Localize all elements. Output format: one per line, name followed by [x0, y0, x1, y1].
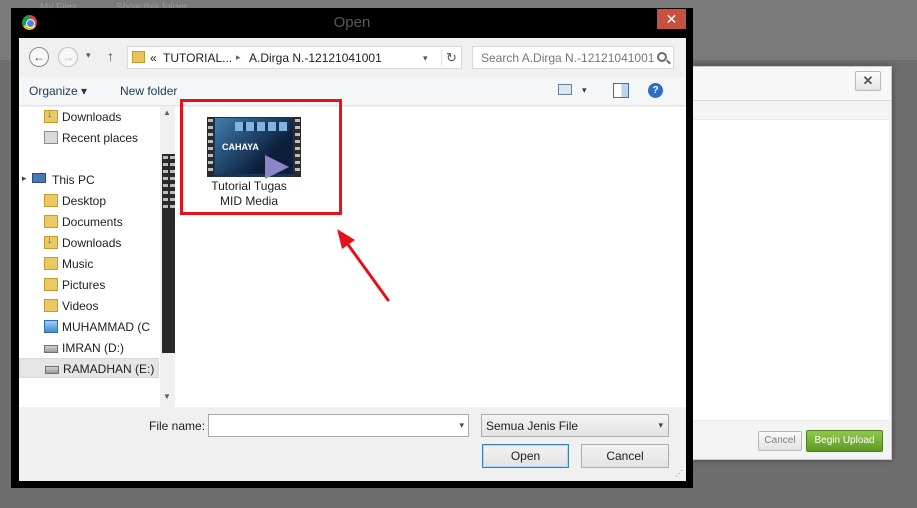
preview-pane-icon[interactable]	[613, 83, 629, 98]
annotation-highlight-box	[180, 99, 342, 215]
navigation-pane-scrollbar[interactable]: ▲ ▼	[160, 107, 176, 407]
organize-button[interactable]: Organize ▾	[29, 84, 87, 98]
open-button[interactable]: Open	[482, 444, 569, 468]
upload-cancel-button[interactable]: Cancel	[758, 431, 802, 451]
folder-icon	[44, 299, 58, 312]
forward-button[interactable]: →	[58, 47, 78, 67]
address-bar[interactable]: « TUTORIAL... ▸ A.Dirga N.-12121041001 ▾…	[127, 46, 462, 69]
recent-places-icon	[44, 131, 58, 144]
sidebar-item-label: Music	[62, 257, 94, 271]
sidebar-item-label: Recent places	[62, 131, 139, 145]
folder-icon	[44, 194, 58, 207]
dialog-close-button[interactable]: ✕	[657, 9, 686, 29]
scroll-down-icon[interactable]: ▼	[163, 392, 171, 401]
chevron-down-icon[interactable]: ▾	[459, 420, 464, 431]
chevron-right-icon[interactable]: ▸	[236, 52, 241, 63]
chevron-down-icon[interactable]: ▾	[658, 420, 663, 431]
address-overflow-chevron[interactable]: «	[150, 51, 157, 65]
navigation-pane: Downloads Recent places ▸ This PC Deskto…	[19, 107, 172, 407]
folder-icon	[132, 51, 145, 63]
up-one-level-button[interactable]: ↑	[107, 48, 114, 64]
sidebar-item-recent-places[interactable]: Recent places	[19, 128, 159, 148]
sidebar-item-drive-c[interactable]: MUHAMMAD (C	[19, 317, 159, 337]
new-folder-button[interactable]: New folder	[120, 84, 177, 98]
help-icon[interactable]: ?	[648, 83, 663, 98]
recent-locations-dropdown[interactable]: ▾	[86, 50, 91, 61]
change-view-icon[interactable]	[558, 84, 572, 95]
dialog-footer: File name: ▾ Semua Jenis File ▾ Open Can…	[19, 407, 686, 481]
sidebar-item-label: This PC	[52, 173, 95, 187]
expand-icon[interactable]: ▸	[22, 173, 27, 184]
sidebar-item-label: Videos	[62, 299, 99, 313]
sidebar-item-label: IMRAN (D:)	[62, 341, 124, 355]
upload-modal-body	[691, 119, 889, 421]
search-placeholder: Search A.Dirga N.-12121041001	[481, 51, 655, 65]
downloads-folder-icon	[44, 234, 58, 249]
windows-drive-icon	[44, 320, 58, 333]
sidebar-item-this-pc[interactable]: ▸ This PC	[19, 170, 159, 190]
dialog-title: Open	[333, 14, 371, 31]
file-type-select[interactable]: Semua Jenis File ▾	[481, 414, 669, 437]
drive-icon	[44, 345, 58, 353]
sidebar-item-label: MUHAMMAD (C	[62, 320, 150, 334]
file-name-field-label: File name:	[149, 419, 206, 433]
sidebar-item-label: Documents	[62, 215, 123, 229]
sidebar-item-label: Pictures	[62, 278, 106, 292]
sidebar-item-desktop[interactable]: Desktop	[19, 191, 159, 211]
address-dropdown[interactable]: ▾	[423, 53, 428, 64]
address-segment-current[interactable]: A.Dirga N.-12121041001	[249, 51, 382, 65]
sidebar-item-label: RAMADHAN (E:)	[63, 362, 155, 376]
sidebar-item-videos[interactable]: Videos	[19, 296, 159, 316]
downloads-folder-icon	[44, 108, 58, 123]
toolbar: Organize ▾ New folder ▾ ?	[19, 78, 686, 106]
upload-modal-header: ✕	[691, 67, 891, 101]
sidebar-item-label: Downloads	[62, 236, 122, 250]
view-options-dropdown[interactable]: ▾	[582, 85, 587, 96]
file-type-value: Semua Jenis File	[486, 419, 579, 433]
folder-icon	[44, 215, 58, 228]
cancel-button[interactable]: Cancel	[581, 444, 669, 468]
sidebar-item-label: Downloads	[62, 110, 122, 124]
search-box[interactable]: Search A.Dirga N.-12121041001	[472, 46, 674, 69]
annotation-arrow-icon	[337, 229, 390, 302]
sidebar-item-downloads[interactable]: Downloads	[19, 107, 159, 127]
begin-upload-button[interactable]: Begin Upload	[806, 430, 883, 452]
sidebar-item-music[interactable]: Music	[19, 254, 159, 274]
search-icon[interactable]	[657, 52, 667, 62]
upload-modal: ✕ Cancel Begin Upload	[690, 66, 892, 460]
sidebar-item-pictures[interactable]: Pictures	[19, 275, 159, 295]
resize-grip-icon[interactable]: ⋰	[675, 469, 683, 478]
computer-icon	[32, 173, 46, 183]
address-segment-tutorial[interactable]: TUTORIAL...	[163, 51, 232, 65]
refresh-icon[interactable]: ↻	[441, 50, 457, 66]
folder-icon	[44, 278, 58, 291]
dialog-titlebar: Open ✕	[11, 8, 693, 38]
sidebar-item-downloads-pc[interactable]: Downloads	[19, 233, 159, 253]
back-button[interactable]: ←	[29, 47, 49, 67]
sidebar-item-documents[interactable]: Documents	[19, 212, 159, 232]
sidebar-item-label: Desktop	[62, 194, 107, 208]
folder-icon	[44, 257, 58, 270]
scroll-up-icon[interactable]: ▲	[163, 108, 171, 117]
scrollbar-thumb[interactable]	[162, 154, 176, 353]
upload-modal-close-button[interactable]: ✕	[855, 71, 881, 91]
drive-icon	[45, 366, 59, 374]
file-name-input[interactable]: ▾	[208, 414, 469, 437]
sidebar-item-drive-d[interactable]: IMRAN (D:)	[19, 338, 159, 358]
sidebar-item-drive-e[interactable]: RAMADHAN (E:)	[19, 358, 159, 378]
